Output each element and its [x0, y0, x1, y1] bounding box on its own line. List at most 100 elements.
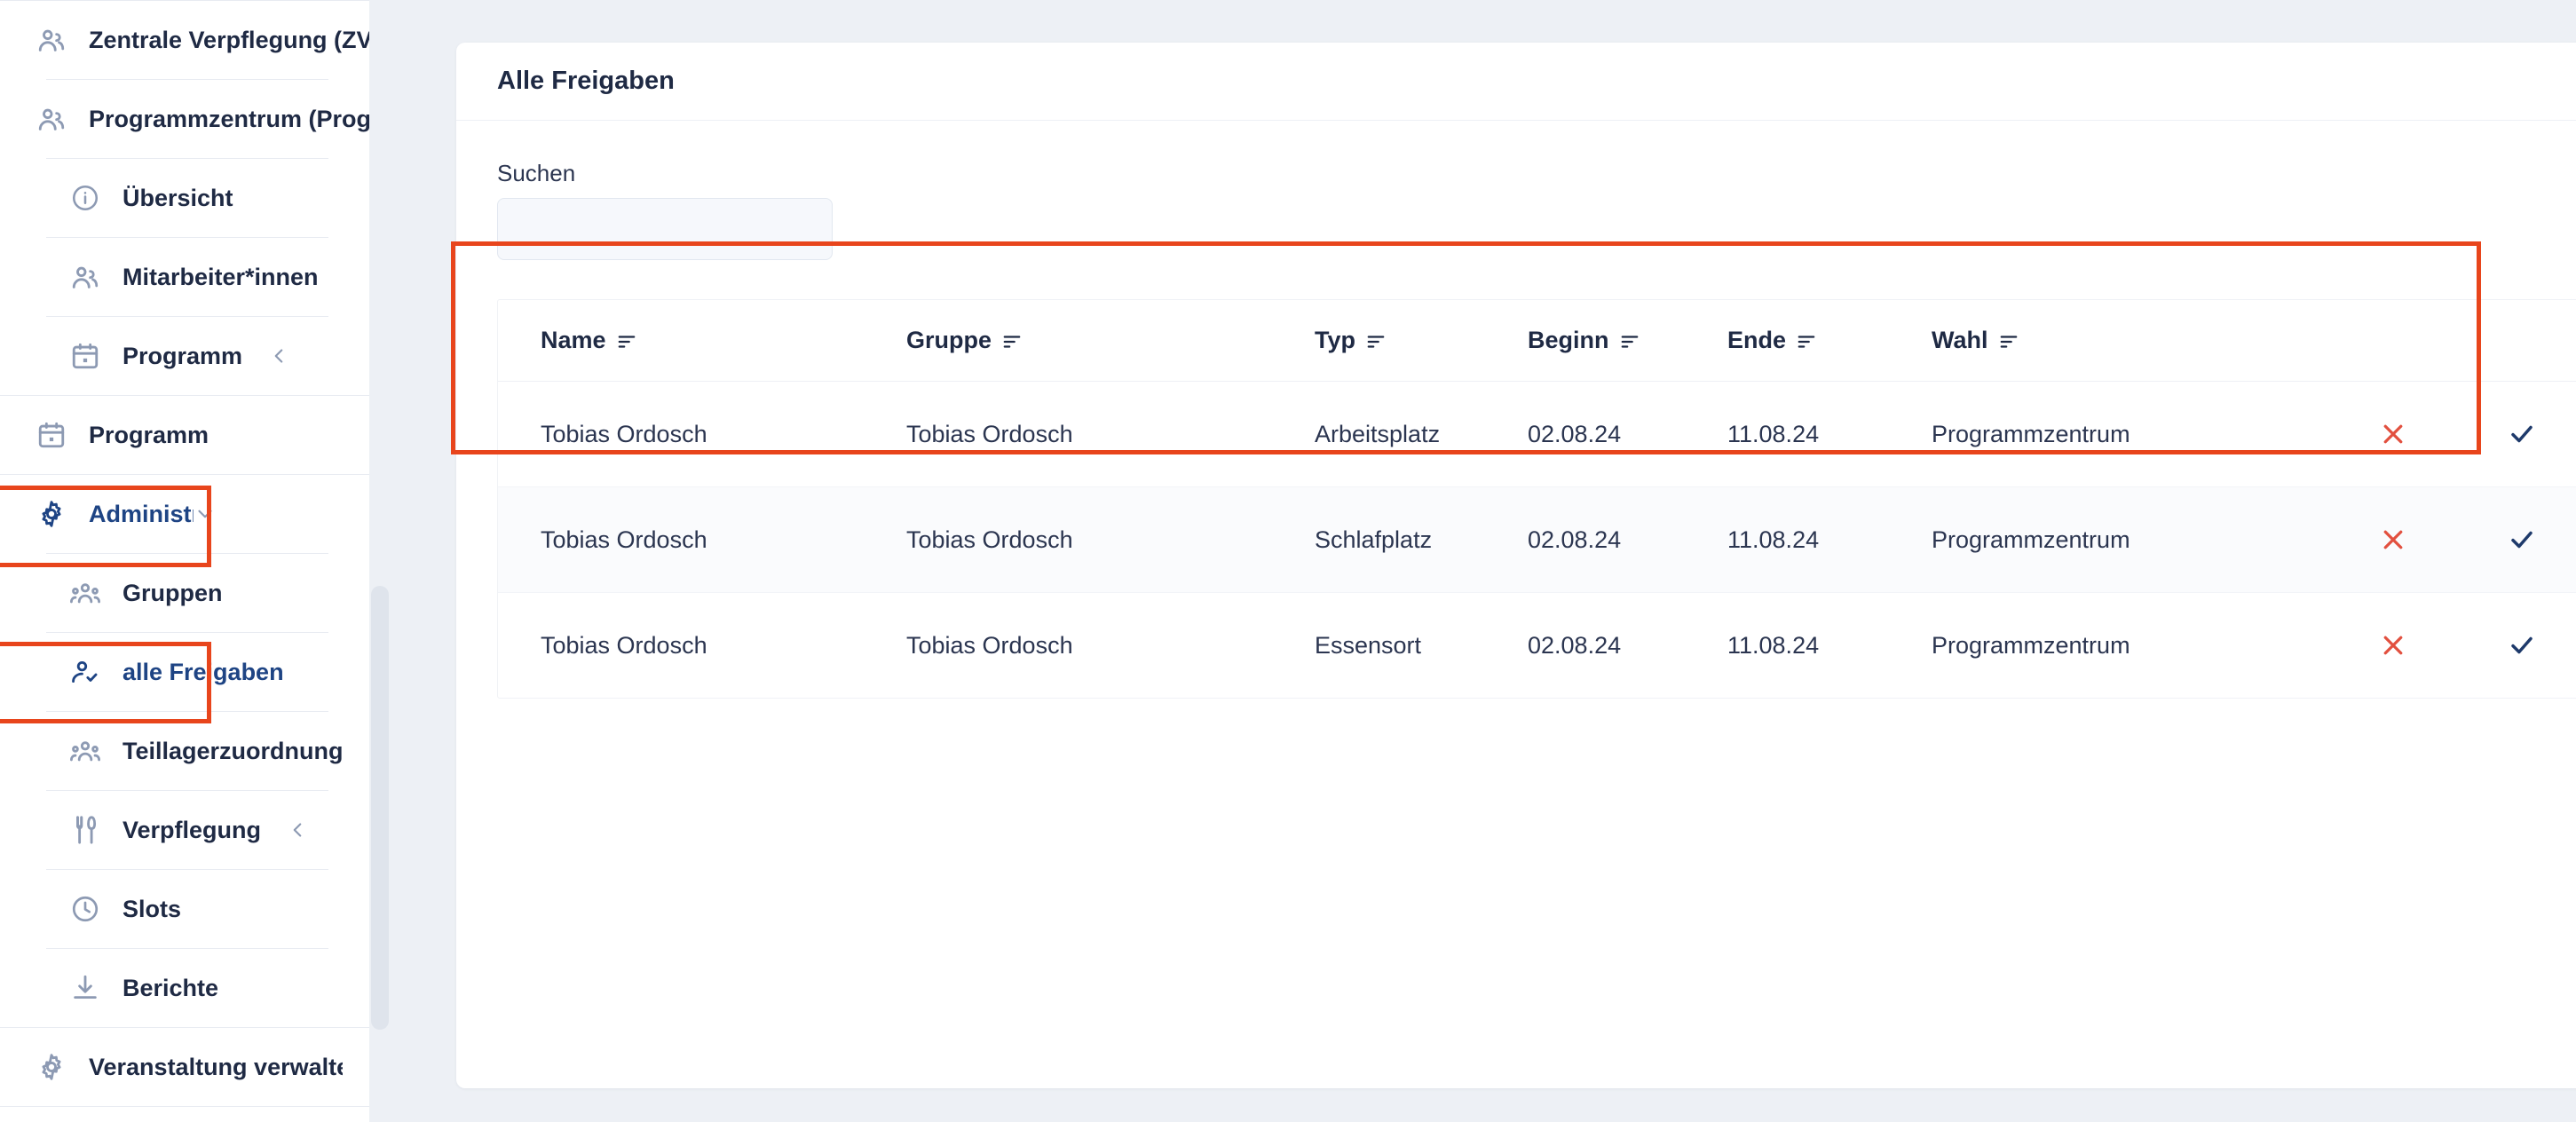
app-root: Zentrale Verpflegung (ZVP) Programmzentr… [0, 0, 2576, 1122]
accept-button[interactable] [2501, 625, 2542, 666]
column-header-wahl[interactable]: Wahl [1932, 300, 2331, 382]
sort-icon[interactable] [1002, 332, 1022, 352]
sidebar-item-label: Programm [89, 421, 209, 448]
table-header-row: Name Gruppe Typ Beginn Ende Wahl [498, 300, 2576, 382]
sort-icon[interactable] [1366, 332, 1386, 352]
freigaben-table-container: Name Gruppe Typ Beginn Ende Wahl Tobias … [497, 299, 2576, 699]
cell-wahl: Programmzentrum [1932, 381, 2331, 487]
sidebar-item-label: Übersicht [122, 184, 233, 211]
chevron-down-icon[interactable] [194, 502, 217, 525]
cell-typ: Essensort [1315, 631, 1422, 659]
download-icon [69, 972, 101, 1004]
sidebar-item-mitarbeiterinnen[interactable]: Mitarbeiter*innen [0, 238, 391, 316]
cell-gruppe: Tobias Ordosch [906, 486, 1315, 593]
column-header-ende[interactable]: Ende [1727, 300, 1932, 382]
cell-ende: 11.08.24 [1727, 631, 1820, 659]
sidebar-item-label: alle Freigaben [122, 658, 284, 685]
check-icon [2509, 632, 2535, 659]
column-header-name[interactable]: Name [498, 300, 906, 382]
sidebar-item-slots[interactable]: Slots [0, 870, 391, 948]
sidebar-item-veranstaltung-verwalten[interactable]: Veranstaltung verwalten [0, 1028, 391, 1106]
sidebar-item-label: Veranstaltung verwalten [89, 1053, 343, 1080]
chevron-left-icon[interactable] [267, 344, 290, 367]
sort-icon[interactable] [617, 332, 636, 352]
reject-button[interactable] [2373, 625, 2414, 666]
sidebar-item-label: Programm [122, 342, 243, 369]
cell-name: Tobias Ordosch [498, 486, 906, 593]
check-icon [2509, 421, 2535, 447]
sidebar-scrollbar-track[interactable] [369, 0, 391, 1122]
cell-accept [2455, 381, 2576, 487]
info-circle-icon [69, 182, 101, 214]
cell-beginn: 02.08.24 [1528, 381, 1727, 487]
sidebar-divider [0, 1106, 391, 1107]
column-header-reject [2331, 300, 2455, 382]
page-title: Alle Freigaben [497, 67, 675, 95]
group-icon [69, 577, 101, 609]
column-header-label: Name [541, 327, 606, 353]
table-row[interactable]: Tobias Ordosch Tobias Ordosch Schlafplat… [498, 486, 2576, 593]
accept-button[interactable] [2501, 519, 2542, 560]
sidebar-item-alle-freigaben[interactable]: alle Freigaben [0, 633, 391, 711]
cell-name: Tobias Ordosch [541, 631, 707, 659]
cell-wahl: Programmzentrum [1932, 631, 2130, 659]
cell-accept [2455, 486, 2576, 593]
sidebar-item-berichte[interactable]: Berichte [0, 949, 391, 1027]
table-row[interactable]: Tobias Ordosch Tobias Ordosch Arbeitspla… [498, 381, 2576, 487]
column-header-gruppe[interactable]: Gruppe [906, 300, 1315, 382]
column-header-label: Ende [1727, 327, 1787, 353]
cell-name: Tobias Ordosch [498, 381, 906, 487]
gear-icon [36, 498, 67, 530]
sidebar-scrollbar-thumb[interactable] [371, 586, 389, 1030]
column-header-typ[interactable]: Typ [1315, 300, 1528, 382]
sidebar-item-programm-sub[interactable]: Programm [0, 317, 391, 395]
search-label: Suchen [497, 160, 576, 186]
reject-button[interactable] [2373, 519, 2414, 560]
cell-wahl: Programmzentrum [1932, 486, 2331, 593]
sidebar: Zentrale Verpflegung (ZVP) Programmzentr… [0, 0, 391, 1122]
card-body: Suchen Name Gruppe Typ Beginn Ende Wahl … [456, 121, 2576, 699]
people-icon [36, 24, 67, 56]
cell-typ: Arbeitsplatz [1315, 381, 1528, 487]
sidebar-item-label: Berichte [122, 974, 219, 1001]
cell-reject [2331, 486, 2455, 593]
sidebar-item-zentrale-verpflegung[interactable]: Zentrale Verpflegung (ZVP) [0, 1, 391, 79]
column-header-beginn[interactable]: Beginn [1528, 300, 1727, 382]
sidebar-item-teillagerzuordnung[interactable]: Teillagerzuordnung [0, 712, 391, 790]
sidebar-item-verpflegung[interactable]: Verpflegung [0, 791, 391, 869]
cell-beginn: 02.08.24 [1528, 631, 1622, 659]
freigaben-card: Alle Freigaben Suchen Name Gruppe Typ Be… [456, 43, 2576, 1088]
sidebar-item-programm[interactable]: Programm [0, 396, 391, 474]
people-icon [36, 103, 67, 135]
sidebar-item-label: Zentrale Verpflegung (ZVP) [89, 26, 391, 53]
people-icon [69, 261, 101, 293]
cell-typ: Schlafplatz [1315, 486, 1528, 593]
column-header-label: Beginn [1528, 327, 1609, 353]
sort-icon[interactable] [1797, 332, 1816, 352]
cell-ende: 11.08.24 [1727, 381, 1932, 487]
sort-icon[interactable] [1620, 332, 1640, 352]
close-x-icon [2380, 632, 2406, 659]
sidebar-item-label: Administration [89, 500, 194, 527]
cell-reject [2331, 381, 2455, 487]
accept-button[interactable] [2501, 414, 2542, 454]
cell-gruppe: Tobias Ordosch [906, 631, 1073, 659]
sidebar-item-programmzentrum[interactable]: Programmzentrum (Programm [0, 80, 391, 158]
reject-button[interactable] [2373, 414, 2414, 454]
cell-reject [2331, 593, 2455, 699]
search-field-group: Suchen [497, 160, 2576, 260]
chevron-left-icon[interactable] [286, 818, 309, 842]
sidebar-item-administration[interactable]: Administration [0, 475, 391, 553]
sidebar-item-label: Teillagerzuordnung [122, 737, 344, 764]
sidebar-scroll-area: Zentrale Verpflegung (ZVP) Programmzentr… [0, 0, 391, 1122]
sidebar-item-uebersicht[interactable]: Übersicht [0, 159, 391, 237]
calendar-icon [36, 419, 67, 451]
sidebar-item-gruppen[interactable]: Gruppen [0, 554, 391, 632]
sort-icon[interactable] [1999, 332, 2019, 352]
person-check-icon [69, 656, 101, 688]
cell-ende: 11.08.24 [1727, 486, 1932, 593]
sidebar-item-label: Gruppen [122, 579, 223, 606]
close-x-icon [2380, 421, 2406, 447]
search-input[interactable] [497, 198, 833, 260]
table-row[interactable]: Tobias Ordosch Tobias Ordosch Essensort … [498, 593, 2576, 699]
